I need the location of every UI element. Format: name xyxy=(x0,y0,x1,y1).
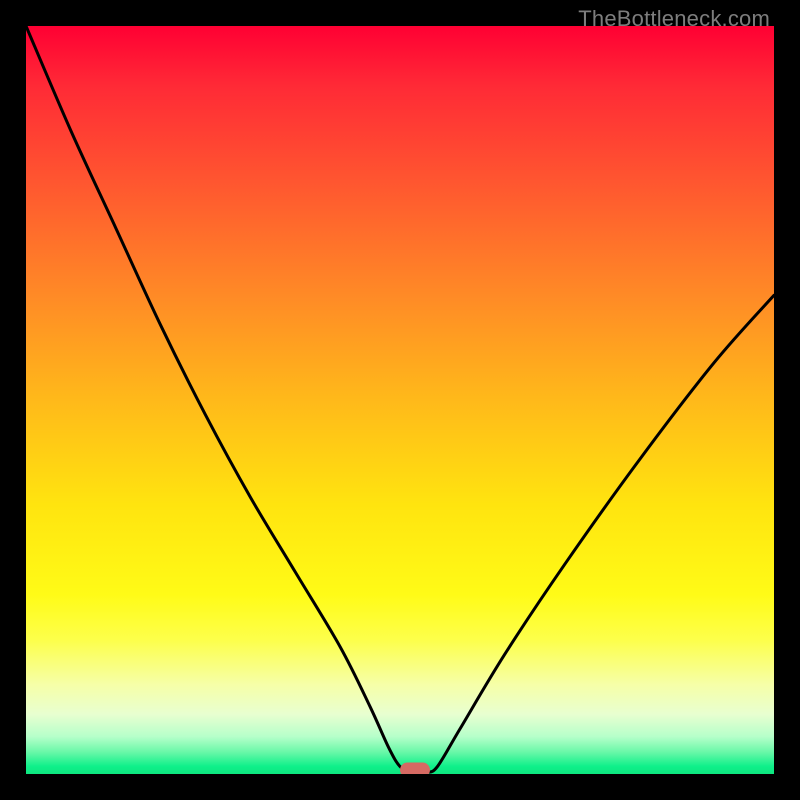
curve-layer xyxy=(26,26,774,774)
bottleneck-curve xyxy=(26,26,774,773)
bottleneck-chart: TheBottleneck.com xyxy=(0,0,800,800)
optimal-marker xyxy=(400,762,430,774)
plot-area xyxy=(26,26,774,774)
watermark-text: TheBottleneck.com xyxy=(578,6,770,32)
